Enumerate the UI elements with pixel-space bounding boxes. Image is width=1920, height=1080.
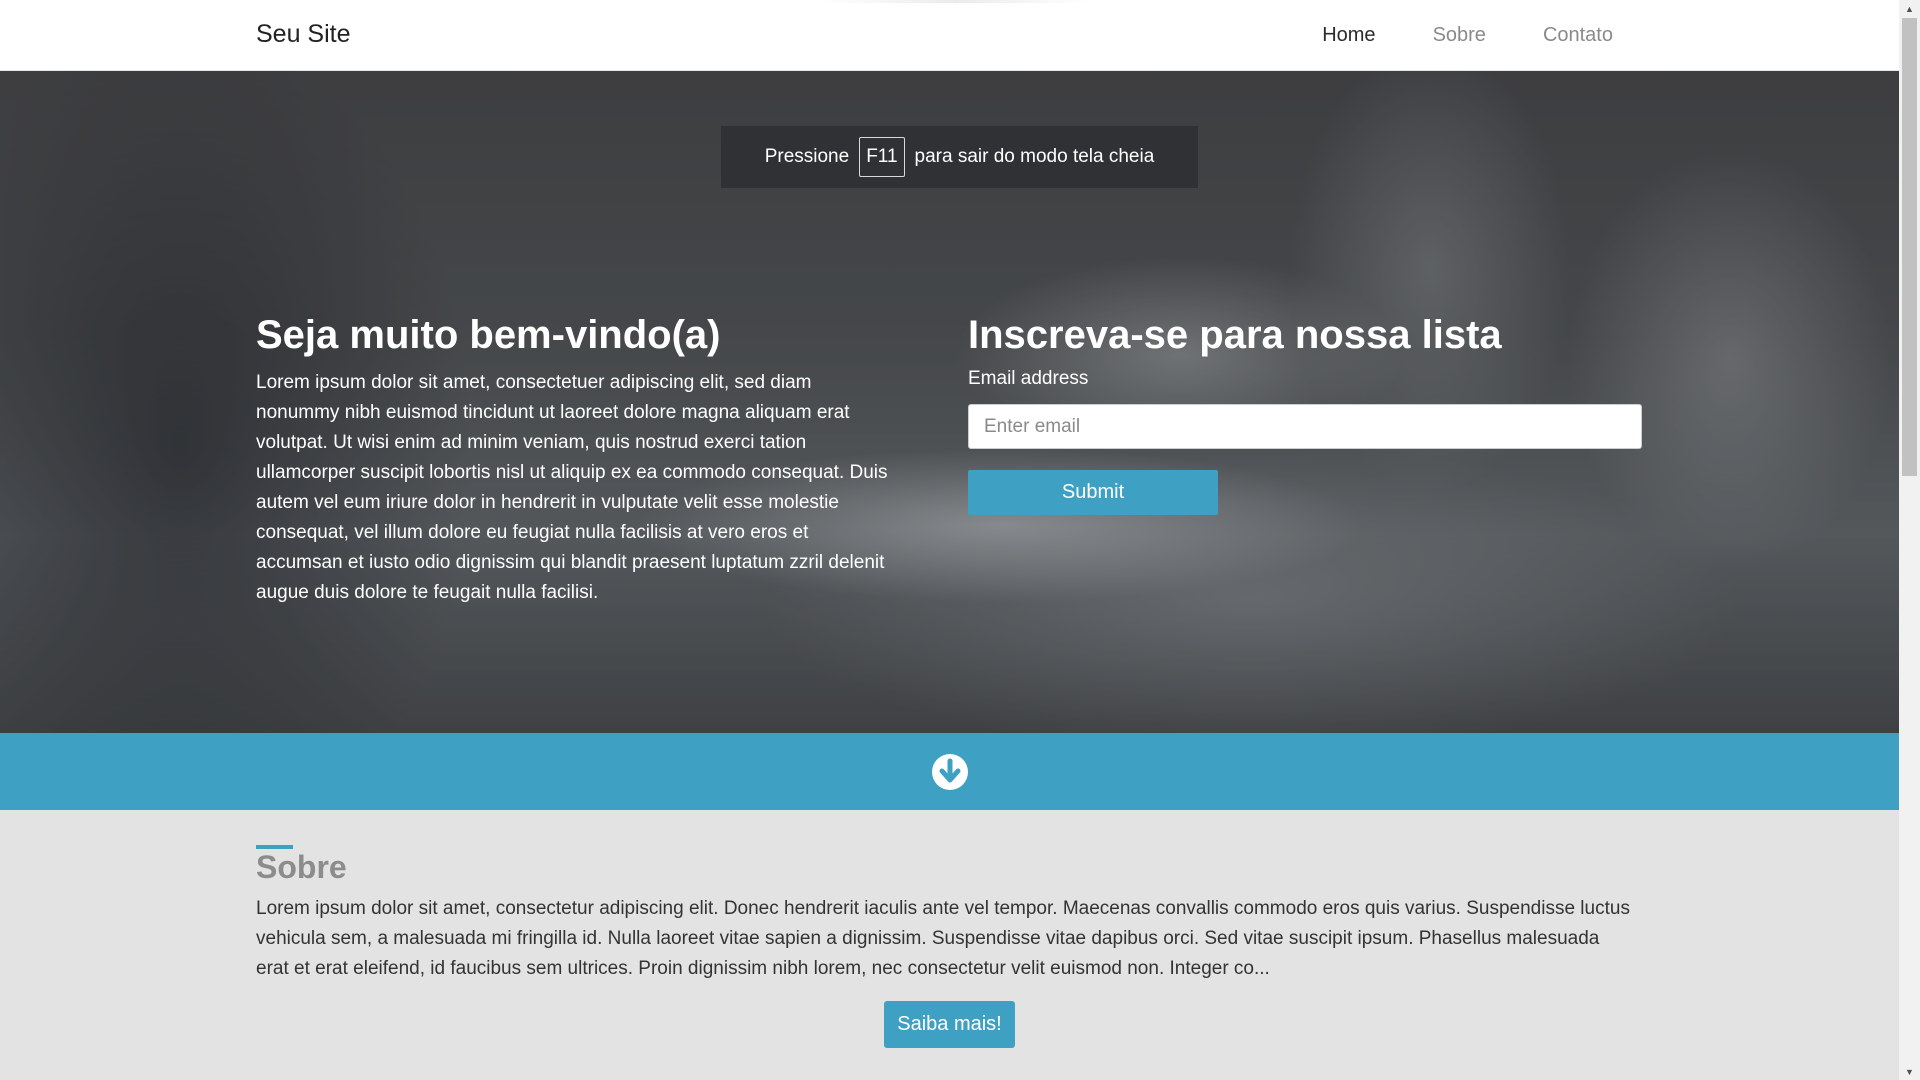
nav-link-contato[interactable]: Contato bbox=[1543, 24, 1613, 47]
welcome-text: Lorem ipsum dolor sit amet, consectetuer… bbox=[256, 372, 888, 603]
about-section: Sobre Lorem ipsum dolor sit amet, consec… bbox=[256, 845, 1636, 984]
fullscreen-notice: Pressione F11 para sair do modo tela che… bbox=[721, 126, 1198, 188]
nav-link-sobre[interactable]: Sobre bbox=[1433, 24, 1486, 47]
about-text: Lorem ipsum dolor sit amet, consectetur … bbox=[256, 898, 1630, 979]
navbar-shadow bbox=[820, 0, 1090, 3]
page-scrollbar[interactable]: ▲ ▼ bbox=[1899, 0, 1920, 1080]
scroll-down-band bbox=[0, 733, 1899, 810]
nav-links: Home Sobre Contato bbox=[1322, 24, 1613, 47]
learn-more-button[interactable]: Saiba mais! bbox=[884, 1001, 1015, 1048]
scroll-down-arrow-icon[interactable]: ▼ bbox=[1899, 1063, 1920, 1080]
scrollbar-thumb[interactable] bbox=[1902, 18, 1917, 476]
hero-section: Pressione F11 para sair do modo tela che… bbox=[0, 70, 1899, 733]
email-input[interactable] bbox=[968, 404, 1642, 449]
nav-link-home[interactable]: Home bbox=[1322, 24, 1375, 47]
fullscreen-notice-prefix: Pressione bbox=[764, 146, 850, 167]
about-title: Sobre bbox=[256, 849, 347, 885]
fullscreen-notice-suffix: para sair do modo tela cheia bbox=[914, 146, 1155, 167]
site-brand[interactable]: Seu Site bbox=[256, 20, 351, 49]
fullscreen-key-badge: F11 bbox=[859, 137, 905, 177]
navbar: Seu Site Home Sobre Contato bbox=[0, 0, 1899, 71]
arrow-circle-down-icon[interactable] bbox=[930, 752, 970, 792]
signup-title: Inscreva-se para nossa lista bbox=[968, 313, 1502, 357]
email-label: Email address bbox=[968, 368, 1089, 389]
scroll-up-arrow-icon[interactable]: ▲ bbox=[1899, 0, 1920, 17]
welcome-title: Seja muito bem-vindo(a) bbox=[256, 313, 721, 357]
welcome-block: Seja muito bem-vindo(a) Lorem ipsum dolo… bbox=[256, 313, 896, 608]
submit-button[interactable]: Submit bbox=[968, 470, 1218, 515]
signup-form: Inscreva-se para nossa lista Email addre… bbox=[968, 313, 1642, 515]
